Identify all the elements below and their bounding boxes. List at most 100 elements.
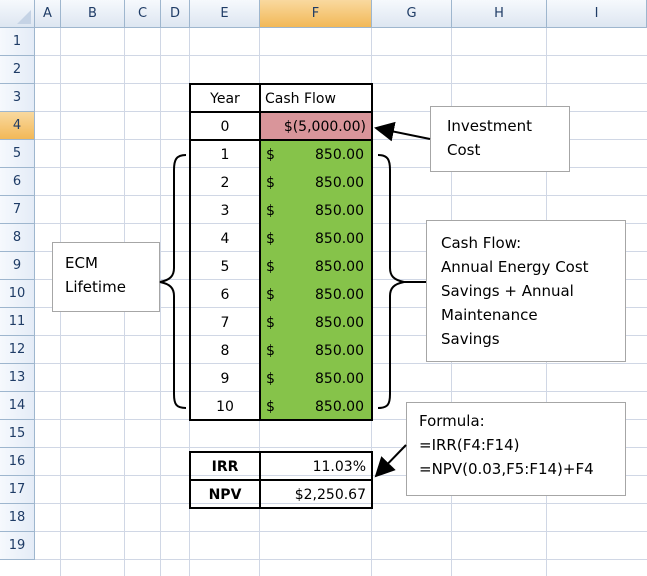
- row-header-7[interactable]: 7: [0, 196, 35, 224]
- currency-symbol: $: [266, 315, 275, 331]
- callout-line: Savings + Annual: [441, 282, 574, 300]
- column-header-e[interactable]: E: [190, 0, 260, 28]
- investment-cost-cell[interactable]: $(5,000.00): [260, 114, 372, 140]
- row-header-18[interactable]: 18: [0, 504, 35, 532]
- row-header-2[interactable]: 2: [0, 56, 35, 84]
- callout-line: Savings: [441, 330, 500, 348]
- select-all-triangle-icon: [17, 10, 31, 24]
- currency-symbol: $: [266, 371, 275, 387]
- callout-line: Annual Energy Cost: [441, 258, 589, 276]
- cashflow-amount: 850.00: [315, 259, 364, 275]
- row-header-11[interactable]: 11: [0, 308, 35, 336]
- column-header-h[interactable]: H: [452, 0, 547, 28]
- investment-cost-callout: Investment Cost: [430, 106, 570, 172]
- currency-symbol: $: [266, 203, 275, 219]
- row-header-17[interactable]: 17: [0, 476, 35, 504]
- select-all-corner[interactable]: [0, 0, 35, 28]
- row-header-10[interactable]: 10: [0, 280, 35, 308]
- formula-callout: Formula: =IRR(F4:F14) =NPV(0.03,F5:F14)+…: [406, 402, 626, 496]
- row-header-4[interactable]: 4: [0, 112, 35, 140]
- cashflow-cell[interactable]: $850.00: [260, 338, 372, 364]
- cashflow-amount: 850.00: [315, 399, 364, 415]
- callout-line: Investment: [447, 117, 532, 135]
- cashflow-amount: 850.00: [315, 147, 364, 163]
- gridline: [35, 531, 647, 532]
- cashflow-cell[interactable]: $850.00: [260, 282, 372, 308]
- cashflow-cell[interactable]: $850.00: [260, 310, 372, 336]
- row-header-6[interactable]: 6: [0, 168, 35, 196]
- cashflow-amount: 850.00: [315, 315, 364, 331]
- column-header-f[interactable]: F: [260, 0, 372, 28]
- row-header-15[interactable]: 15: [0, 420, 35, 448]
- year-cell[interactable]: 10: [190, 394, 260, 420]
- callout-line: Cash Flow:: [441, 234, 522, 252]
- cashflow-amount: 850.00: [315, 371, 364, 387]
- npv-value[interactable]: $2,250.67: [260, 482, 372, 508]
- year-cell[interactable]: 1: [190, 142, 260, 168]
- row-header-5[interactable]: 5: [0, 140, 35, 168]
- irr-label[interactable]: IRR: [190, 454, 260, 480]
- row-header-14[interactable]: 14: [0, 392, 35, 420]
- year-cell[interactable]: 4: [190, 226, 260, 252]
- row-header-13[interactable]: 13: [0, 364, 35, 392]
- row-header-1[interactable]: 1: [0, 28, 35, 56]
- gridline: [35, 55, 647, 56]
- npv-label[interactable]: NPV: [190, 482, 260, 508]
- irr-value[interactable]: 11.03%: [260, 454, 372, 480]
- year-cell[interactable]: 3: [190, 198, 260, 224]
- currency-symbol: $: [266, 287, 275, 303]
- year-cell[interactable]: 7: [190, 310, 260, 336]
- year-cell[interactable]: 9: [190, 366, 260, 392]
- column-header-a[interactable]: A: [35, 0, 61, 28]
- cashflow-cell[interactable]: $850.00: [260, 394, 372, 420]
- callout-line: Maintenance: [441, 306, 538, 324]
- cashflow-cell[interactable]: $850.00: [260, 142, 372, 168]
- year-cell[interactable]: 8: [190, 338, 260, 364]
- left-brace-icon: [159, 154, 187, 409]
- currency-symbol: $: [266, 343, 275, 359]
- callout-line: Formula:: [419, 412, 485, 430]
- cashflow-cell[interactable]: $850.00: [260, 170, 372, 196]
- cashflow-cell[interactable]: $850.00: [260, 254, 372, 280]
- callout-line: =NPV(0.03,F5:F14)+F4: [419, 460, 594, 478]
- row-header-19[interactable]: 19: [0, 532, 35, 560]
- row-header-16[interactable]: 16: [0, 448, 35, 476]
- callout-line: Lifetime: [65, 278, 126, 296]
- currency-symbol: $: [266, 147, 275, 163]
- column-header-c[interactable]: C: [125, 0, 161, 28]
- currency-symbol: $: [266, 399, 275, 415]
- cashflow-amount: 850.00: [315, 343, 364, 359]
- year-cell[interactable]: 5: [190, 254, 260, 280]
- column-header-g[interactable]: G: [372, 0, 452, 28]
- cashflow-amount: 850.00: [315, 175, 364, 191]
- cashflow-amount: 850.00: [315, 231, 364, 247]
- gridline: [35, 559, 647, 560]
- year-cell[interactable]: 0: [190, 114, 260, 140]
- cashflow-callout: Cash Flow: Annual Energy Cost Savings + …: [426, 220, 626, 362]
- arrow-icon: [374, 444, 407, 478]
- column-header-d[interactable]: D: [161, 0, 190, 28]
- callout-line: =IRR(F4:F14): [419, 436, 520, 454]
- header-cashflow[interactable]: Cash Flow: [265, 86, 371, 112]
- column-header-b[interactable]: B: [61, 0, 125, 28]
- cashflow-cell[interactable]: $850.00: [260, 226, 372, 252]
- header-year[interactable]: Year: [190, 86, 260, 112]
- callout-line: ECM: [65, 254, 98, 272]
- spreadsheet: A B C D E F G H I 1 2 3 4 5 6 7 8 9 10 1…: [0, 0, 647, 576]
- row-header-12[interactable]: 12: [0, 336, 35, 364]
- cashflow-cell[interactable]: $850.00: [260, 198, 372, 224]
- column-header-i[interactable]: I: [547, 0, 647, 28]
- cashflow-cell[interactable]: $850.00: [260, 366, 372, 392]
- cashflow-amount: 850.00: [315, 287, 364, 303]
- year-cell[interactable]: 2: [190, 170, 260, 196]
- currency-symbol: $: [266, 259, 275, 275]
- arrow-icon: [374, 121, 431, 142]
- row-header-3[interactable]: 3: [0, 84, 35, 112]
- year-cell[interactable]: 6: [190, 282, 260, 308]
- callout-line: Cost: [447, 141, 481, 159]
- currency-symbol: $: [266, 231, 275, 247]
- currency-symbol: $: [266, 175, 275, 191]
- row-header-9[interactable]: 9: [0, 252, 35, 280]
- row-header-8[interactable]: 8: [0, 224, 35, 252]
- cashflow-amount: 850.00: [315, 203, 364, 219]
